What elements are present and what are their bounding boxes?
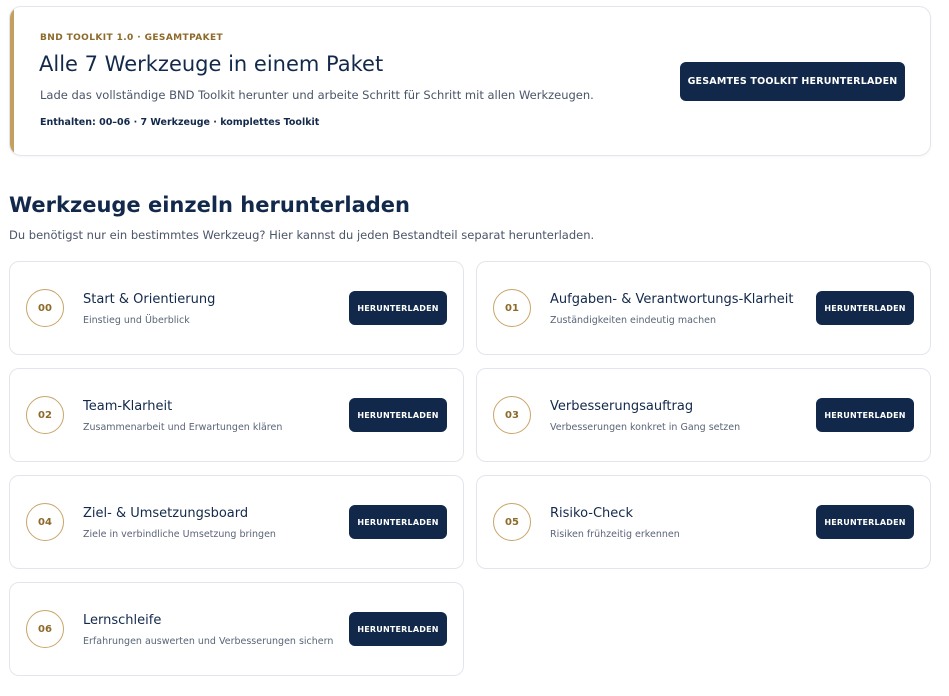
download-button-03[interactable]: HERUNTERLADEN: [816, 398, 914, 432]
tool-description: Erfahrungen auswerten und Verbesserungen…: [83, 636, 334, 647]
download-toolkit-button[interactable]: GESAMTES TOOLKIT HERUNTERLADEN: [680, 62, 905, 101]
tool-card-04: 04 Ziel- & Umsetzungsboard Ziele in verb…: [9, 475, 464, 569]
tool-description: Risiken frühzeitig erkennen: [550, 529, 680, 540]
tool-card-05: 05 Risiko-Check Risiken frühzeitig erken…: [476, 475, 931, 569]
bundle-title: Alle 7 Werkzeuge in einem Paket: [39, 52, 384, 76]
download-button-06[interactable]: HERUNTERLADEN: [349, 612, 447, 646]
tool-name: Start & Orientierung: [83, 292, 216, 307]
tool-number-badge: 00: [26, 289, 64, 327]
tool-name: Team-Klarheit: [83, 399, 173, 414]
tool-number-badge: 03: [493, 396, 531, 434]
tool-name: Lernschleife: [83, 613, 162, 628]
tool-description: Ziele in verbindliche Umsetzung bringen: [83, 529, 276, 540]
bundle-description: Lade das vollständige BND Toolkit herunt…: [40, 88, 594, 102]
download-button-02[interactable]: HERUNTERLADEN: [349, 398, 447, 432]
bundle-card: BND TOOLKIT 1.0 · GESAMTPAKET Alle 7 Wer…: [9, 6, 931, 156]
download-button-04[interactable]: HERUNTERLADEN: [349, 505, 447, 539]
download-button-01[interactable]: HERUNTERLADEN: [816, 291, 914, 325]
section-subtitle: Du benötigst nur ein bestimmtes Werkzeug…: [9, 228, 595, 242]
bundle-accent-bar: [10, 7, 14, 155]
bundle-includes: Enthalten: 00–06 · 7 Werkzeuge · komplet…: [40, 117, 320, 128]
tool-number-badge: 02: [26, 396, 64, 434]
bundle-eyebrow: BND TOOLKIT 1.0 · GESAMTPAKET: [40, 33, 224, 43]
download-button-05[interactable]: HERUNTERLADEN: [816, 505, 914, 539]
tool-description: Zuständigkeiten eindeutig machen: [550, 315, 717, 326]
tool-description: Zusammenarbeit und Erwartungen klären: [83, 422, 283, 433]
tool-name: Aufgaben- & Verantwortungs-Klarheit: [550, 292, 794, 307]
tool-card-01: 01 Aufgaben- & Verantwortungs-Klarheit Z…: [476, 261, 931, 355]
tool-card-00: 00 Start & Orientierung Einstieg und Übe…: [9, 261, 464, 355]
tool-number-badge: 04: [26, 503, 64, 541]
download-button-00[interactable]: HERUNTERLADEN: [349, 291, 447, 325]
tool-description: Einstieg und Überblick: [83, 315, 190, 326]
tool-card-02: 02 Team-Klarheit Zusammenarbeit und Erwa…: [9, 368, 464, 462]
tool-number-badge: 01: [493, 289, 531, 327]
tool-card-03: 03 Verbesserungsauftrag Verbesserungen k…: [476, 368, 931, 462]
tool-card-06: 06 Lernschleife Erfahrungen auswerten un…: [9, 582, 464, 676]
tool-name: Ziel- & Umsetzungsboard: [83, 506, 249, 521]
tool-number-badge: 05: [493, 503, 531, 541]
section-title: Werkzeuge einzeln herunterladen: [9, 193, 410, 217]
tool-name: Risiko-Check: [550, 506, 633, 521]
tool-name: Verbesserungsauftrag: [550, 399, 694, 414]
tool-number-badge: 06: [26, 610, 64, 648]
tool-description: Verbesserungen konkret in Gang setzen: [550, 422, 741, 433]
